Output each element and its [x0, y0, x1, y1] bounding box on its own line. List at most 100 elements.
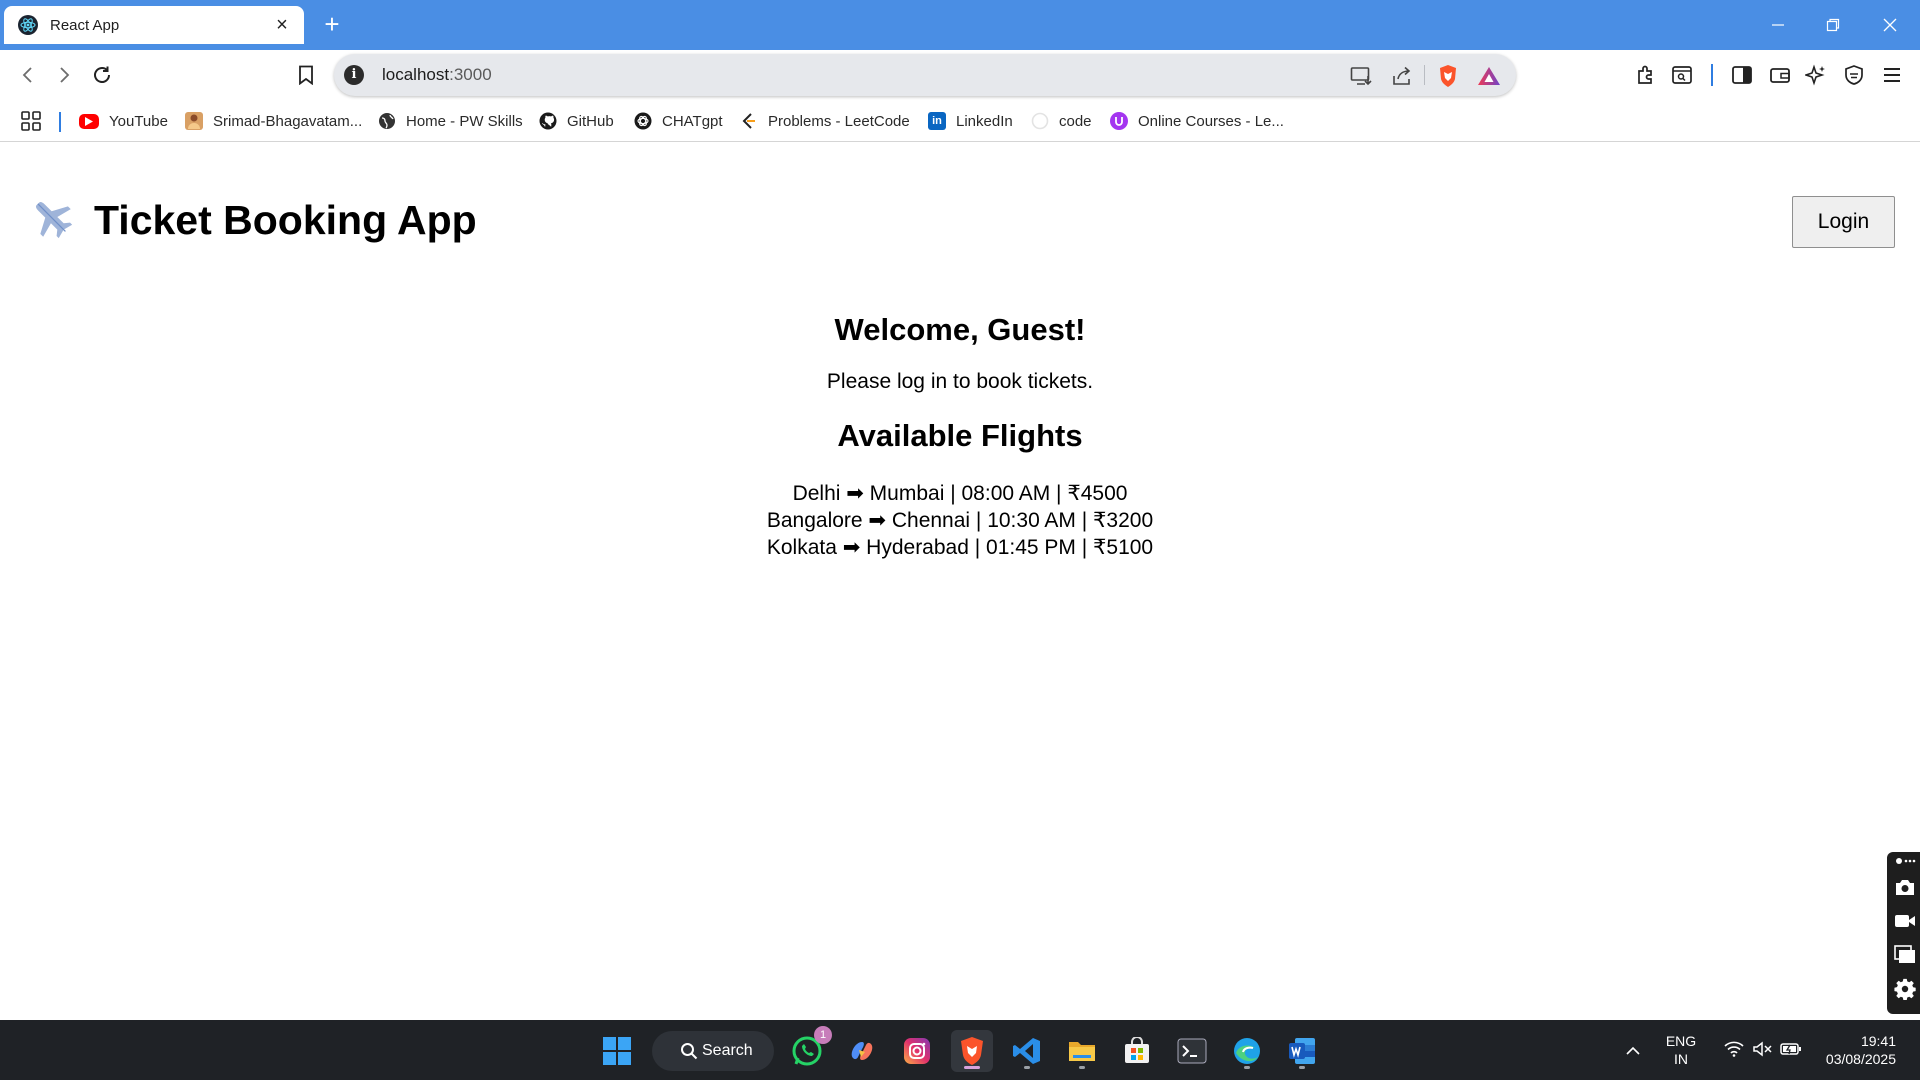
clock-time: 19:41	[1860, 1033, 1896, 1049]
bookmarks-divider	[59, 112, 61, 132]
settings-gear-icon[interactable]	[1894, 978, 1916, 1000]
menu-icon[interactable]	[1876, 59, 1908, 91]
running-app-indicator	[1024, 1066, 1030, 1069]
bookmark-label: Online Courses - Le...	[1138, 112, 1284, 130]
url-text[interactable]: localhost:3000	[382, 65, 492, 85]
flight-item: Bangalore ➡ Chennai | 10:30 AM | ₹3200	[766, 509, 1154, 532]
edge-icon[interactable]	[1226, 1030, 1268, 1072]
bookmark-label: LinkedIn	[956, 112, 1013, 130]
minimize-icon[interactable]	[1758, 10, 1798, 40]
language-indicator[interactable]: ENG IN	[1665, 1032, 1697, 1068]
flight-item: Delhi ➡ Mumbai | 08:00 AM | ₹4500	[792, 482, 1128, 505]
reload-icon[interactable]	[86, 59, 118, 91]
windows-start-icon[interactable]	[596, 1030, 638, 1072]
whatsapp-icon[interactable]: 1	[786, 1026, 832, 1072]
github-icon	[539, 112, 557, 130]
welcome-heading: Welcome, Guest!	[834, 312, 1086, 347]
widget-more-icon[interactable]	[1894, 854, 1916, 868]
copilot-icon[interactable]	[841, 1030, 883, 1072]
new-tab-icon[interactable]: +	[318, 11, 346, 39]
screenshot-gallery-icon[interactable]	[1894, 944, 1916, 966]
toolbar-divider	[1711, 64, 1713, 86]
vpn-shield-icon[interactable]	[1838, 59, 1870, 91]
bookmark-leetcode[interactable]: Problems - LeetCode	[740, 109, 910, 133]
extensions-icon[interactable]	[1630, 59, 1662, 91]
login-button[interactable]: Login	[1792, 196, 1895, 248]
login-prompt: Please log in to book tickets.	[826, 370, 1094, 393]
chevron-up-icon[interactable]	[1612, 1030, 1654, 1072]
app-title: Ticket Booking App	[94, 197, 477, 243]
bookmark-chatgpt[interactable]: CHATgpt	[634, 109, 723, 133]
notification-badge: 1	[814, 1026, 832, 1044]
system-tray[interactable]	[1715, 1030, 1811, 1072]
bookmark-udemy[interactable]: Online Courses - Le...	[1110, 109, 1284, 133]
bookmark-github[interactable]: GitHub	[539, 109, 614, 133]
restore-icon[interactable]	[1813, 10, 1853, 40]
clock[interactable]: 19:41 03/08/2025	[1812, 1032, 1912, 1068]
back-icon[interactable]	[12, 59, 44, 91]
clock-date: 03/08/2025	[1825, 1051, 1896, 1067]
wallet-icon[interactable]	[1764, 59, 1796, 91]
running-app-indicator	[1244, 1066, 1250, 1069]
bookmark-label: CHATgpt	[662, 112, 723, 130]
capture-widget	[1887, 852, 1920, 1014]
leo-ai-icon[interactable]	[1800, 59, 1832, 91]
brave-rewards-icon[interactable]	[1476, 63, 1502, 89]
tab-title: React App	[50, 16, 120, 34]
app-header: Ticket Booking App	[30, 196, 477, 245]
apps-grid-icon[interactable]	[20, 109, 42, 133]
running-app-indicator	[1079, 1066, 1085, 1069]
share-icon[interactable]	[1389, 63, 1415, 89]
active-app-indicator	[964, 1066, 980, 1069]
brave-shields-icon[interactable]	[1435, 63, 1461, 89]
install-app-icon[interactable]	[1348, 63, 1374, 89]
forward-icon[interactable]	[48, 59, 80, 91]
udemy-icon	[1110, 112, 1128, 130]
flight-item: Kolkata ➡ Hyderabad | 01:45 PM | ₹5100	[766, 536, 1154, 559]
site-info-icon[interactable]: i	[344, 65, 364, 85]
omnibox-divider	[1424, 65, 1425, 85]
bookmark-icon[interactable]	[290, 59, 322, 91]
windows-taskbar: Search 1 ENG IN 19:41 03/08/2025	[0, 1020, 1920, 1080]
bookmarks-bar: YouTube Srimad-Bhagavatam... Home - PW S…	[0, 100, 1920, 142]
camera-icon[interactable]	[1894, 876, 1916, 898]
address-bar[interactable]: i localhost:3000	[334, 54, 1516, 96]
close-tab-icon[interactable]: ×	[270, 15, 294, 35]
bookmark-srimad[interactable]: Srimad-Bhagavatam...	[185, 109, 362, 133]
tab-search-icon[interactable]	[1666, 59, 1698, 91]
flights-heading: Available Flights	[837, 418, 1083, 453]
search-label: Search	[702, 1042, 753, 1059]
bookmark-label: Problems - LeetCode	[768, 112, 910, 130]
linkedin-icon: in	[928, 112, 946, 130]
browser-titlebar: React App × +	[0, 0, 1920, 50]
video-record-icon[interactable]	[1894, 910, 1916, 932]
srimad-icon	[185, 112, 203, 130]
globe-icon	[378, 112, 396, 130]
bookmark-label: YouTube	[109, 112, 168, 130]
react-icon	[18, 15, 38, 35]
bookmark-linkedin[interactable]: in LinkedIn	[928, 109, 1013, 133]
microsoft-store-icon[interactable]	[1116, 1030, 1158, 1072]
terminal-icon[interactable]	[1171, 1030, 1213, 1072]
youtube-icon	[79, 113, 99, 129]
file-explorer-icon[interactable]	[1061, 1030, 1103, 1072]
language-code: ENG	[1665, 1033, 1697, 1049]
battery-icon	[1780, 1042, 1802, 1061]
bookmark-youtube[interactable]: YouTube	[79, 109, 168, 133]
url-port: :3000	[449, 65, 492, 84]
sidebar-icon[interactable]	[1726, 59, 1758, 91]
close-window-icon[interactable]	[1870, 10, 1910, 40]
bookmark-label: Srimad-Bhagavatam...	[213, 112, 363, 130]
word-icon[interactable]	[1281, 1030, 1323, 1072]
vscode-icon[interactable]	[1006, 1030, 1048, 1072]
taskbar-search[interactable]: Search	[652, 1031, 774, 1071]
bookmark-label: Home - PW Skills	[406, 112, 523, 130]
running-app-indicator	[1299, 1066, 1305, 1069]
chatgpt-icon	[634, 112, 652, 130]
region-code: IN	[1674, 1051, 1688, 1067]
instagram-icon[interactable]	[896, 1030, 938, 1072]
tab-react-app[interactable]: React App ×	[4, 6, 304, 44]
bookmark-pw-skills[interactable]: Home - PW Skills	[378, 109, 523, 133]
brave-browser-icon[interactable]	[951, 1030, 993, 1072]
bookmark-code[interactable]: code	[1031, 109, 1092, 133]
